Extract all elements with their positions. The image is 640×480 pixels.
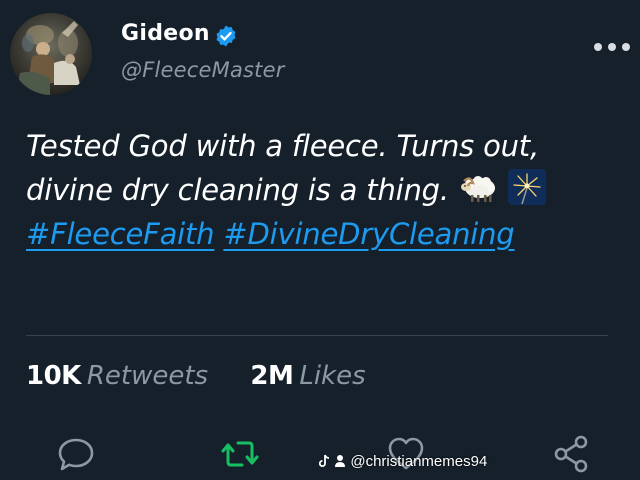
user-icon: [335, 455, 346, 467]
ram-emoji: [460, 176, 495, 202]
watermark-text: @christianmemes94: [350, 453, 488, 470]
reply-icon[interactable]: [54, 432, 98, 476]
tweet-card: Gideon @FleeceMaster Tested God with a f…: [0, 0, 640, 480]
avatar-image: [10, 13, 92, 95]
tweet-stats: 10K Retweets 2M Likes: [26, 358, 366, 394]
sparkler-emoji: [507, 169, 546, 205]
retweets-label: Retweets: [86, 361, 209, 391]
hashtag-fleecefaith[interactable]: #FleeceFaith: [26, 217, 215, 251]
likes-stat[interactable]: 2M Likes: [250, 358, 365, 394]
retweets-stat[interactable]: 10K Retweets: [26, 358, 208, 394]
display-name[interactable]: Gideon: [121, 20, 210, 48]
tweet-text: Tested God with a fleece. Turns out, div…: [26, 124, 626, 256]
divider: [26, 335, 608, 336]
tweet-text-line-1: Tested God with a fleece. Turns out,: [26, 129, 539, 163]
tweet-text-line-2-text: divine dry cleaning is a thing.: [26, 173, 449, 207]
verified-badge-icon: [216, 25, 236, 47]
tweet-text-line-2: divine dry cleaning is a thing.: [26, 168, 626, 212]
tiktok-icon: [318, 454, 330, 467]
likes-label: Likes: [299, 361, 366, 391]
tweet-hashtags: #FleeceFaith #DivineDryCleaning: [26, 212, 626, 256]
likes-count: 2M: [250, 361, 294, 391]
share-icon[interactable]: [550, 432, 594, 476]
user-handle[interactable]: @FleeceMaster: [121, 56, 285, 84]
watermark: @christianmemes94: [318, 452, 487, 472]
hashtag-divinedrycleaning[interactable]: #DivineDryCleaning: [223, 217, 514, 251]
retweets-count: 10K: [26, 361, 81, 391]
more-icon[interactable]: [592, 40, 632, 54]
avatar[interactable]: [10, 13, 92, 95]
retweet-icon[interactable]: [218, 432, 262, 476]
